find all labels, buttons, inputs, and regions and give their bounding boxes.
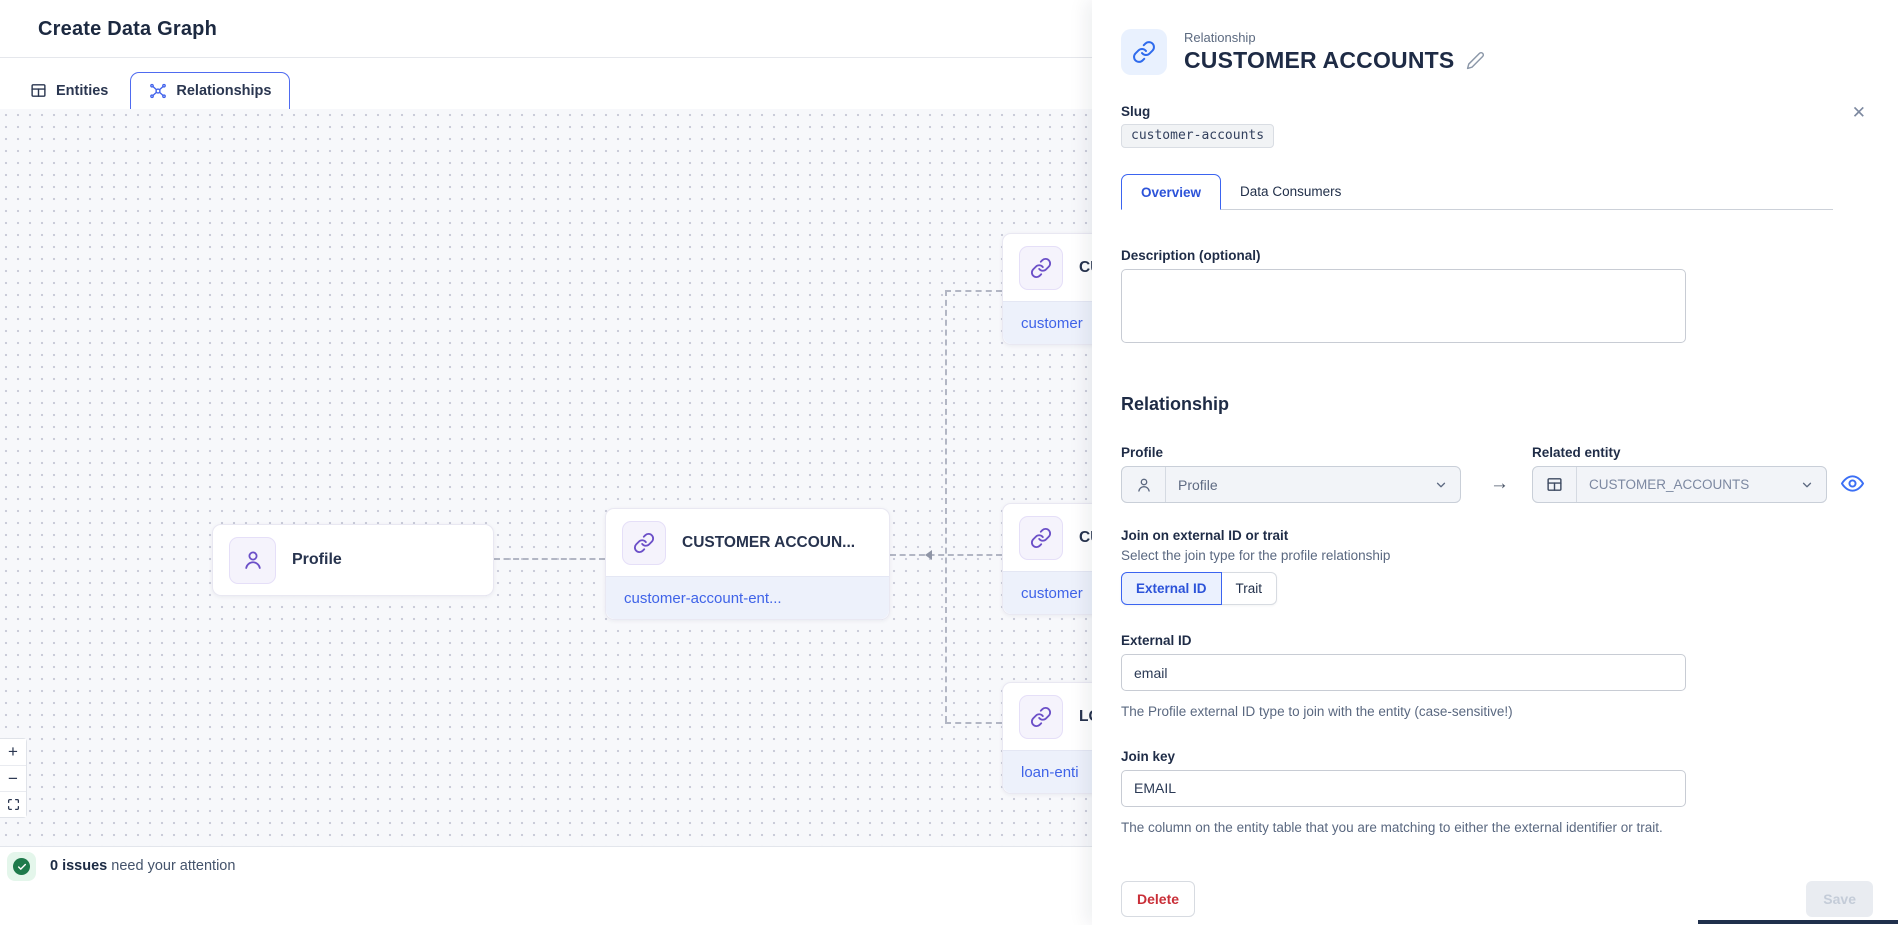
join-key-label: Join key [1121, 749, 1898, 764]
panel-header: Relationship CUSTOMER ACCOUNTS [1121, 29, 1898, 75]
status-issue-count: 0 issues [50, 858, 107, 874]
tab-relationships[interactable]: Relationships [130, 72, 290, 109]
tab-overview[interactable]: Overview [1121, 174, 1221, 210]
zoom-out-button[interactable]: − [0, 765, 26, 791]
node-slug-link[interactable]: customer [1021, 585, 1083, 602]
table-icon [1533, 467, 1577, 502]
relationship-detail-panel: ✕ Relationship CUSTOMER ACCOUNTS [1092, 0, 1898, 925]
segment-trait[interactable]: Trait [1222, 572, 1278, 605]
canvas-zoom-controls: + − [0, 738, 27, 818]
node-partial-mid[interactable]: CU customer [1002, 503, 1092, 615]
join-type-label: Join on external ID or trait [1121, 528, 1898, 543]
related-entity-label: Related entity [1532, 445, 1827, 460]
arrow-right-icon: → [1490, 473, 1509, 495]
node-slug-link[interactable]: customer-account-ent... [624, 590, 782, 607]
related-entity-select[interactable]: CUSTOMER_ACCOUNTS [1532, 466, 1827, 503]
status-message: 0 issues need your attention [50, 852, 235, 881]
external-id-input[interactable] [1121, 654, 1686, 691]
slug-label: Slug [1121, 104, 1898, 119]
join-type-help: Select the join type for the profile rel… [1121, 548, 1898, 563]
join-key-input[interactable] [1121, 770, 1686, 807]
person-icon [229, 537, 276, 584]
node-title: CU [1079, 259, 1092, 277]
node-title: CU [1079, 529, 1092, 547]
node-title: CUSTOMER ACCOUN... [682, 534, 855, 552]
slug-value: customer-accounts [1121, 124, 1274, 148]
node-profile[interactable]: Profile [212, 524, 494, 596]
tab-entities-label: Entities [56, 83, 108, 99]
edge-profile-to-customer-accounts [494, 558, 605, 560]
node-slug-link[interactable]: loan-enti [1021, 764, 1079, 781]
description-label: Description (optional) [1121, 248, 1898, 263]
preview-eye-icon[interactable] [1841, 472, 1864, 495]
link-icon [1019, 246, 1063, 290]
edit-title-icon[interactable] [1466, 51, 1485, 70]
chevron-down-icon [1800, 478, 1826, 492]
link-icon [1121, 29, 1167, 75]
node-slug-link[interactable]: customer [1021, 315, 1083, 332]
fullscreen-button[interactable] [0, 791, 26, 817]
network-icon [149, 82, 167, 100]
edge-branch-top [945, 290, 1002, 292]
edge-branch-bottom [945, 722, 1002, 724]
node-partial-loan[interactable]: LO loan-enti [1002, 682, 1092, 794]
zoom-in-button[interactable]: + [0, 739, 26, 765]
link-icon [622, 521, 666, 565]
description-textarea[interactable] [1121, 269, 1686, 343]
join-type-segmented-control: External ID Trait [1121, 572, 1277, 605]
tab-entities[interactable]: Entities [12, 72, 126, 109]
panel-title: CUSTOMER ACCOUNTS [1184, 47, 1454, 74]
external-id-label: External ID [1121, 633, 1898, 648]
link-icon [1019, 695, 1063, 739]
status-success-icon [7, 852, 36, 881]
relationship-section-title: Relationship [1121, 394, 1898, 415]
edge-arrowhead [925, 550, 932, 560]
bottom-dark-edge [1698, 920, 1898, 924]
tab-relationships-label: Relationships [176, 83, 271, 99]
node-title: LO [1079, 708, 1092, 726]
profile-select[interactable]: Profile [1121, 466, 1461, 503]
panel-tabs: Overview Data Consumers [1121, 174, 1833, 210]
chevron-down-icon [1434, 478, 1460, 492]
node-customer-accounts[interactable]: CUSTOMER ACCOUN... customer-account-ent.… [605, 508, 890, 620]
profile-select-value: Profile [1166, 477, 1434, 493]
table-icon [30, 82, 47, 99]
join-key-help: The column on the entity table that you … [1121, 817, 1681, 839]
panel-type-label: Relationship [1184, 30, 1485, 45]
link-icon [1019, 516, 1063, 560]
close-icon[interactable]: ✕ [1852, 104, 1866, 121]
status-bar: 0 issues need your attention [0, 846, 1092, 925]
related-entity-value: CUSTOMER_ACCOUNTS [1577, 477, 1800, 492]
main-tabbar: Entities Relationships [0, 58, 1092, 109]
node-profile-label: Profile [292, 551, 342, 569]
edge-trunk [945, 290, 947, 722]
profile-field-label: Profile [1121, 445, 1461, 460]
tab-data-consumers[interactable]: Data Consumers [1221, 174, 1360, 210]
external-id-help: The Profile external ID type to join wit… [1121, 701, 1681, 723]
node-partial-top[interactable]: CU customer [1002, 233, 1092, 345]
person-icon [1122, 467, 1166, 502]
save-button[interactable]: Save [1806, 881, 1873, 917]
graph-canvas[interactable]: Profile CUSTOMER ACCOUN... customer-acco… [0, 109, 1092, 846]
segment-external-id[interactable]: External ID [1121, 572, 1222, 605]
delete-button[interactable]: Delete [1121, 881, 1195, 917]
